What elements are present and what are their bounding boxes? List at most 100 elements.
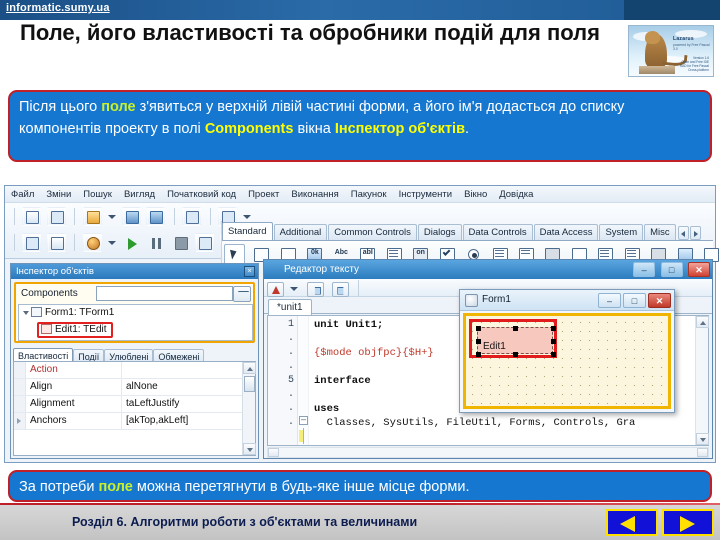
palette-tab-common-controls[interactable]: Common Controls [328,224,417,240]
jump-forward-button[interactable] [332,281,350,297]
open-file-button[interactable] [82,207,102,226]
menu-item-search[interactable]: Пошук [77,186,118,200]
resize-handle[interactable] [551,352,556,357]
menu-item-project[interactable]: Проект [242,186,285,200]
resize-handle[interactable] [476,339,481,344]
palette-tab-additional[interactable]: Additional [273,224,328,240]
property-value[interactable]: taLeftJustify [126,398,179,409]
menu-item-source[interactable]: Початковий код [161,186,242,200]
view-forms-button[interactable] [22,233,42,252]
palette-pointer-tool[interactable] [224,244,245,265]
menu-item-run[interactable]: Виконання [285,186,344,200]
new-form-button[interactable] [46,207,66,226]
palette-tab-system[interactable]: System [599,224,644,240]
slide-navigation [602,509,714,536]
property-row[interactable]: Action [14,362,255,379]
stop-icon [174,237,188,250]
scroll-up-icon[interactable] [696,316,709,328]
expand-property-icon[interactable] [17,418,21,424]
scrollbar-thumb[interactable] [244,376,255,392]
menu-item-window[interactable]: Вікно [458,186,493,200]
jump-back-button[interactable] [306,281,324,297]
save-button[interactable] [121,207,141,226]
object-inspector-close-button[interactable]: × [244,266,255,277]
form-maximize-button[interactable]: □ [623,293,646,308]
palette-tab-data-controls[interactable]: Data Controls [462,224,533,240]
stop-button[interactable] [171,233,190,252]
menu-item-file[interactable]: Файл [5,186,40,200]
pause-button[interactable] [146,233,165,252]
edit-control[interactable]: Edit1 [476,326,556,357]
grid-divider [121,396,122,412]
palette-scroll-right-icon[interactable] [689,226,701,240]
palette-tab-data-access[interactable]: Data Access [533,224,599,240]
menu-item-package[interactable]: Пакунок [345,186,393,200]
toolbar-separator [74,234,76,251]
editor-tab-unit1[interactable]: *unit1 [268,299,312,316]
tree-item-form[interactable]: Form1: TForm1 [22,307,114,318]
radiogroup-lines-icon [600,250,610,259]
new-other-button[interactable] [46,233,66,252]
resize-handle[interactable] [476,352,481,357]
components-filter-button[interactable] [233,286,251,302]
bookmark-button[interactable] [267,281,284,297]
build-button[interactable] [82,233,102,252]
menu-item-edit[interactable]: Зміни [40,186,77,200]
scroll-right-icon[interactable] [697,448,708,457]
property-row[interactable]: Alignment taLeftJustify [14,396,255,413]
scroll-down-icon[interactable] [696,433,709,445]
bookmark-dropdown-icon[interactable] [289,279,299,298]
resize-handle[interactable] [476,326,481,331]
editor-maximize-button[interactable]: □ [660,262,683,277]
editor-horizontal-scrollbar[interactable] [267,447,709,458]
prev-slide-button[interactable] [606,509,658,536]
run-button[interactable] [122,233,141,252]
scroll-left-icon[interactable] [268,448,279,457]
components-value-field[interactable] [96,286,233,301]
expand-collapse-icon[interactable] [22,308,31,317]
editor-close-button[interactable]: ✕ [688,262,710,277]
palette-tab-misc[interactable]: Misc [644,224,676,240]
open-recent-dropdown-icon[interactable] [107,207,117,226]
form-close-button[interactable]: ✕ [648,293,671,308]
build-dropdown-icon[interactable] [107,233,117,252]
palette-tab-dialogs[interactable]: Dialogs [417,224,462,240]
property-value[interactable]: alNone [126,381,158,392]
tree-item-edit[interactable]: Edit1: TEdit [37,322,113,338]
object-inspector-tabs: Властивості Події Улюблені Обмежені [13,346,256,364]
editor-minimize-button[interactable]: – [633,262,656,277]
property-row[interactable]: Anchors [akTop,akLeft] [14,413,255,430]
resize-handle[interactable] [513,352,518,357]
resize-handle[interactable] [551,326,556,331]
component-tree: Form1: TForm1 Edit1: TEdit [18,304,253,341]
toggle-form-unit-button[interactable] [182,207,202,226]
scroll-down-icon[interactable] [243,443,256,455]
form-minimize-button[interactable]: – [598,293,621,308]
line-number: . [287,333,294,344]
form-design-canvas[interactable]: Edit1 [463,313,671,409]
scroll-up-icon[interactable] [243,362,256,374]
step-into-button[interactable] [195,233,215,252]
resize-handle[interactable] [513,326,518,331]
arrow-left-icon [620,516,635,532]
arrow-right-icon [680,516,695,532]
resize-handle[interactable] [551,339,556,344]
menu-item-view[interactable]: Вигляд [118,186,161,200]
save-all-button[interactable] [146,207,166,226]
editor-vertical-scrollbar[interactable] [695,316,709,445]
next-slide-button[interactable] [662,509,714,536]
property-grid-scrollbar[interactable] [242,362,256,455]
palette-tab-standard[interactable]: Standard [222,222,273,240]
menu-item-help[interactable]: Довідка [493,186,539,200]
site-url-link[interactable]: informatic.sumy.ua [6,2,110,14]
save-all-icon [150,211,164,224]
palette-scroll-left-icon[interactable] [677,226,689,240]
callout-part: За потреби [19,479,99,495]
new-unit-button[interactable] [22,207,42,226]
property-row[interactable]: Align alNone [14,379,255,396]
ide-toolbar-row-top [11,207,252,226]
menu-item-tools[interactable]: Інструменти [393,186,459,200]
property-value[interactable]: [akTop,akLeft] [126,415,188,426]
logo-caption-lines: Version 1.6 Open and Free IDE RAD for Fr… [680,56,709,72]
code-text: unit Unit1; [314,319,384,331]
